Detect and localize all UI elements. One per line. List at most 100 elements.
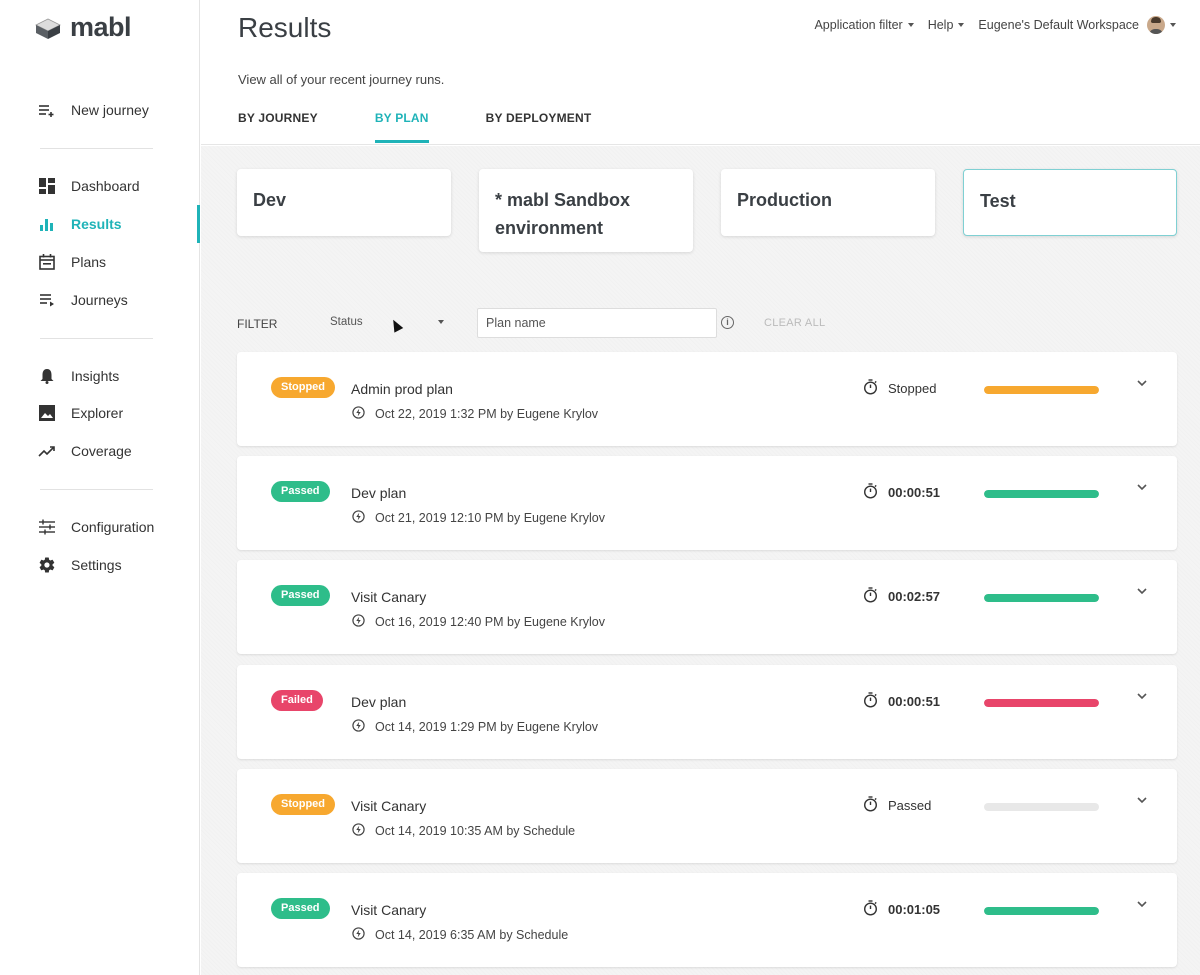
chevron-down-icon[interactable] [1135, 584, 1149, 598]
sidebar-item-configuration[interactable]: Configuration [37, 515, 154, 539]
table-row[interactable]: Passed Visit Canary Oct 16, 2019 12:40 PM … [237, 560, 1177, 654]
run-meta-text: Oct 16, 2019 12:40 PM by Eugene Krylov [375, 615, 605, 629]
plan-name[interactable]: Dev plan [351, 485, 406, 501]
run-meta: Oct 14, 2019 1:29 PM by Eugene Krylov [352, 719, 598, 735]
environment-card-dev[interactable]: Dev [237, 169, 451, 236]
workspace-label: Eugene's Default Workspace [978, 18, 1139, 32]
chevron-down-icon[interactable] [1135, 376, 1149, 390]
chevron-down-icon[interactable] [1135, 480, 1149, 494]
run-duration: 00:00:51 [863, 692, 940, 711]
sliders-icon [37, 517, 57, 537]
run-progress-bar [984, 699, 1099, 707]
add-list-icon [37, 100, 57, 120]
sidebar-item-label: Coverage [71, 443, 132, 459]
chevron-down-icon[interactable] [1135, 897, 1149, 911]
sidebar-item-journeys[interactable]: Journeys [37, 288, 128, 312]
calendar-icon [37, 252, 57, 272]
sidebar-item-label: Dashboard [71, 178, 140, 194]
run-progress-bar [984, 490, 1099, 498]
plan-name[interactable]: Visit Canary [351, 798, 426, 814]
run-progress-fill [984, 386, 1099, 394]
chevron-down-icon[interactable] [1135, 793, 1149, 807]
filter-label: FILTER [237, 317, 278, 331]
run-progress-fill [984, 699, 1099, 707]
sidebar-item-label: Configuration [71, 519, 155, 535]
table-row[interactable]: Failed Dev plan Oct 14, 2019 1:29 PM by Eu… [237, 665, 1177, 759]
sidebar-item-dashboard[interactable]: Dashboard [37, 174, 140, 198]
help-dropdown[interactable]: Help [928, 18, 965, 32]
run-duration: 00:01:05 [863, 900, 940, 919]
plan-name[interactable]: Visit Canary [351, 589, 426, 605]
sidebar: mabl New journey Dashboard Results Plans… [0, 0, 200, 975]
sidebar-item-explorer[interactable]: Explorer [37, 401, 123, 425]
trigger-bolt-icon [352, 927, 365, 943]
stopwatch-icon [863, 587, 878, 606]
plan-name[interactable]: Visit Canary [351, 902, 426, 918]
trigger-bolt-icon [352, 510, 365, 526]
stopwatch-icon [863, 796, 878, 815]
run-meta-text: Oct 14, 2019 10:35 AM by Schedule [375, 824, 576, 838]
page-header: Results View all of your recent journey … [201, 0, 1200, 145]
sidebar-item-settings[interactable]: Settings [37, 553, 122, 577]
status-badge: Stopped [271, 794, 335, 815]
environment-label: Test [980, 191, 1016, 211]
gear-icon [37, 555, 57, 575]
run-meta: Oct 16, 2019 12:40 PM by Eugene Krylov [352, 614, 605, 630]
run-duration-text: 00:02:57 [888, 589, 941, 604]
status-badge: Failed [271, 690, 323, 711]
sidebar-item-coverage[interactable]: Coverage [37, 439, 132, 463]
run-meta-text: Oct 21, 2019 12:10 PM by Eugene Krylov [375, 511, 605, 525]
sidebar-item-label: New journey [71, 102, 149, 118]
journeys-list-icon [37, 290, 57, 310]
bell-icon [37, 366, 57, 386]
page-title: Results [238, 12, 332, 43]
image-icon [37, 403, 57, 423]
application-filter-dropdown[interactable]: Application filter [814, 18, 914, 32]
status-badge: Stopped [271, 377, 335, 398]
help-label: Help [927, 18, 954, 32]
stopwatch-icon [863, 692, 878, 711]
run-progress-bar [984, 386, 1099, 394]
table-row[interactable]: Passed Visit Canary Oct 14, 2019 6:35 AM b… [237, 873, 1177, 967]
bar-chart-icon [37, 214, 57, 234]
run-duration-text: 00:00:51 [888, 694, 941, 709]
environment-card-production[interactable]: Production [721, 169, 935, 236]
tab-by-plan[interactable]: BY PLAN [374, 111, 429, 143]
chevron-down-icon [958, 23, 965, 27]
status-badge: Passed [271, 898, 330, 919]
run-duration-text: 00:00:51 [888, 485, 941, 500]
workspace-dropdown[interactable]: Eugene's Default Workspace [978, 16, 1176, 34]
table-row[interactable]: Passed Dev plan Oct 21, 2019 12:10 PM by E… [237, 456, 1177, 550]
run-duration: Stopped [863, 379, 936, 398]
sidebar-item-insights[interactable]: Insights [37, 364, 119, 388]
sidebar-item-label: Results [71, 216, 122, 232]
info-icon[interactable]: i [721, 316, 734, 329]
run-meta-text: Oct 14, 2019 1:29 PM by Eugene Krylov [375, 720, 599, 734]
status-select-value: Status [330, 316, 363, 328]
clear-all-button[interactable]: CLEAR ALL [764, 317, 825, 329]
environment-card-mabl-sandbox[interactable]: * mabl Sandbox environment [479, 169, 693, 252]
table-row[interactable]: Stopped Visit Canary Oct 14, 2019 10:35 AM… [237, 769, 1177, 863]
logo[interactable]: mabl [33, 12, 132, 43]
plan-name[interactable]: Dev plan [351, 694, 406, 710]
stopwatch-icon [863, 379, 878, 398]
plan-name-input[interactable] [477, 308, 717, 338]
sidebar-item-plans[interactable]: Plans [37, 250, 106, 274]
sidebar-item-label: Settings [71, 557, 122, 573]
sidebar-item-new-journey[interactable]: New journey [37, 98, 149, 122]
sidebar-item-label: Explorer [71, 405, 124, 421]
environment-card-test[interactable]: Test [963, 169, 1177, 236]
trigger-bolt-icon [352, 823, 365, 839]
sidebar-divider [40, 148, 153, 149]
environment-label: * mabl Sandbox environment [495, 190, 631, 238]
table-row[interactable]: Stopped Admin prod plan Oct 22, 2019 1:32 … [237, 352, 1177, 446]
sidebar-item-results[interactable]: Results [37, 212, 122, 236]
run-duration-text: Passed [888, 798, 932, 813]
chevron-down-icon [1170, 23, 1176, 27]
sidebar-divider [40, 489, 153, 490]
tab-by-journey[interactable]: BY JOURNEY [238, 111, 318, 143]
run-meta: Oct 14, 2019 6:35 AM by Schedule [352, 927, 568, 943]
plan-name[interactable]: Admin prod plan [351, 381, 453, 397]
tab-by-deployment[interactable]: BY DEPLOYMENT [486, 111, 592, 143]
chevron-down-icon[interactable] [1135, 689, 1149, 703]
